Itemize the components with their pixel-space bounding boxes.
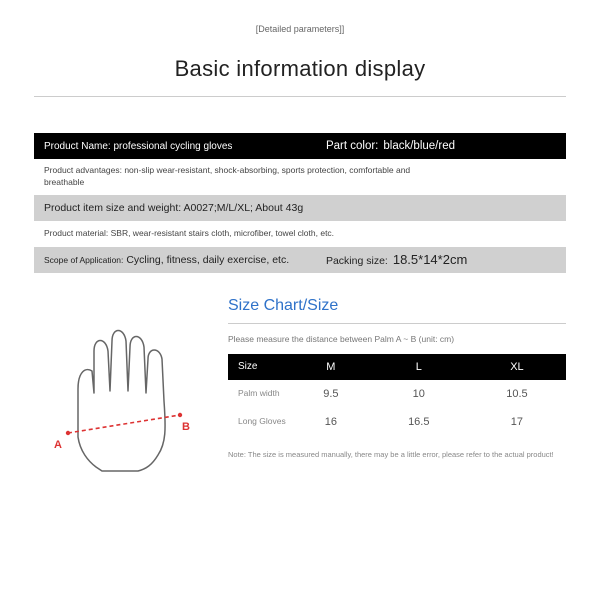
- size-chart-subtitle: Please measure the distance between Palm…: [228, 334, 566, 344]
- col-size: Size: [228, 354, 292, 380]
- row-label-palm: Palm width: [228, 380, 292, 408]
- cell: 10.5: [468, 380, 566, 408]
- packing-label: Packing size:: [326, 255, 388, 267]
- cell: 17: [468, 408, 566, 436]
- scope-value: Cycling, fitness, daily exercise, etc.: [126, 254, 289, 266]
- cell: 16: [292, 408, 370, 436]
- part-color-value: black/blue/red: [383, 140, 455, 152]
- cell: 16.5: [370, 408, 468, 436]
- col-xl: XL: [468, 354, 566, 380]
- page-title: Basic information display: [34, 56, 566, 97]
- info-table: Product Name: professional cycling glove…: [34, 133, 566, 273]
- info-row-advantages: Product advantages: non-slip wear-resist…: [34, 159, 566, 195]
- size-chart-table: Size M L XL Palm width 9.5 10 10.5 Long …: [228, 354, 566, 436]
- info-row-scope-packing: Scope of Application: Cycling, fitness, …: [34, 247, 566, 273]
- packing-value: 18.5*14*2cm: [393, 252, 467, 267]
- product-size-weight: Product item size and weight: A0027;M/L/…: [34, 202, 566, 214]
- size-chart-title: Size Chart/Size: [228, 297, 566, 324]
- detailed-parameters-label: [Detailed parameters]]: [34, 24, 566, 34]
- marker-b: B: [182, 421, 190, 433]
- scope-label: Scope of Application:: [44, 255, 123, 265]
- product-name: Product Name: professional cycling glove…: [34, 141, 316, 152]
- hand-diagram: A B: [34, 297, 214, 497]
- hand-icon: [58, 293, 208, 493]
- col-m: M: [292, 354, 370, 380]
- marker-a: A: [54, 439, 62, 451]
- table-header-row: Size M L XL: [228, 354, 566, 380]
- info-row-size-weight: Product item size and weight: A0027;M/L/…: [34, 195, 566, 221]
- part-color-label: Part color:: [326, 140, 378, 152]
- cell: 9.5: [292, 380, 370, 408]
- info-row-material: Product material: SBR, wear-resistant st…: [34, 221, 566, 247]
- product-advantages: Product advantages: non-slip wear-resist…: [34, 165, 460, 189]
- table-row: Palm width 9.5 10 10.5: [228, 380, 566, 408]
- col-l: L: [370, 354, 468, 380]
- info-row-name-color: Product Name: professional cycling glove…: [34, 133, 566, 159]
- product-material: Product material: SBR, wear-resistant st…: [34, 228, 460, 240]
- cell: 10: [370, 380, 468, 408]
- size-chart-footnote: Note: The size is measured manually, the…: [228, 450, 566, 461]
- table-row: Long Gloves 16 16.5 17: [228, 408, 566, 436]
- row-label-long: Long Gloves: [228, 408, 292, 436]
